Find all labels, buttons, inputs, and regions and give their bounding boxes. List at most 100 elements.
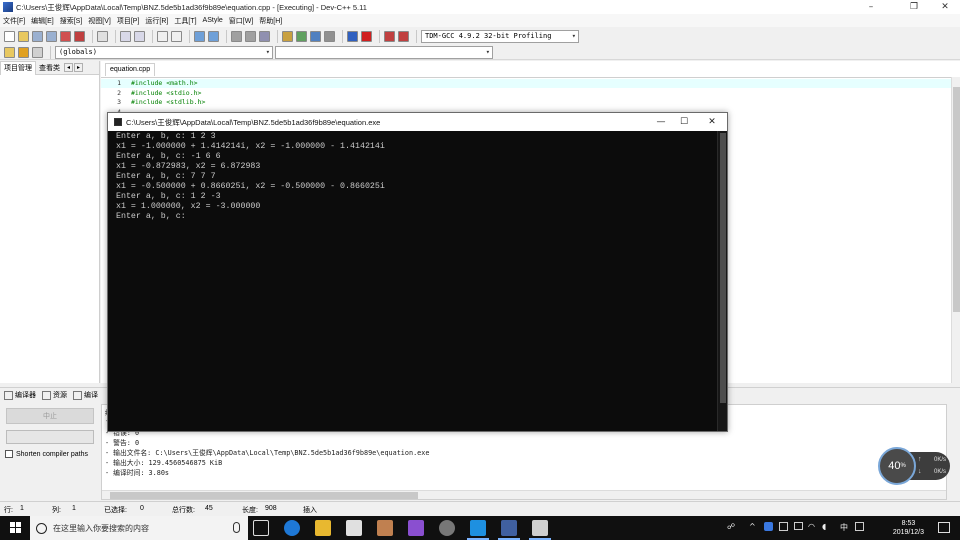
- message-icon[interactable]: [794, 522, 803, 530]
- menu-edit[interactable]: 编辑[E]: [31, 16, 54, 26]
- console-vertical-scrollbar[interactable]: [717, 131, 727, 431]
- menu-search[interactable]: 搜索[S]: [60, 16, 83, 26]
- fullscreen-icon[interactable]: [208, 30, 219, 42]
- menu-run[interactable]: 运行[R]: [145, 16, 168, 26]
- toolbar-separator: [379, 29, 380, 43]
- scrollbar-thumb[interactable]: [953, 87, 960, 312]
- close-file-icon[interactable]: [60, 30, 71, 42]
- close-button[interactable]: ✕: [930, 0, 960, 14]
- menu-view[interactable]: 视图[V]: [88, 16, 111, 26]
- windows-start-icon[interactable]: [10, 522, 22, 534]
- menu-window[interactable]: 窗口[W]: [229, 16, 254, 26]
- run-icon[interactable]: [296, 30, 307, 42]
- taskbar-clock[interactable]: 8:53 2019/12/3: [893, 519, 924, 537]
- shorten-paths-option[interactable]: Shorten compiler paths: [5, 450, 88, 458]
- tab-compile-log[interactable]: 编译: [73, 390, 98, 400]
- log-line: - 警告: 0: [105, 439, 140, 447]
- editor-vertical-scrollbar[interactable]: [951, 77, 960, 383]
- console-maximize-button[interactable]: ☐: [669, 113, 699, 131]
- devcpp-taskbar-icon[interactable]: [498, 520, 520, 540]
- print-icon[interactable]: [97, 30, 108, 42]
- scrollbar-thumb[interactable]: [720, 133, 726, 403]
- stop-execution-icon[interactable]: [361, 30, 372, 42]
- taskbar-search-box[interactable]: 在这里输入你要搜索的内容: [30, 516, 248, 540]
- menu-project[interactable]: 项目[P]: [117, 16, 140, 26]
- save-icon[interactable]: [32, 30, 43, 42]
- edge-browser-icon[interactable]: [284, 520, 300, 536]
- shorten-paths-checkbox[interactable]: [5, 450, 13, 458]
- store-icon[interactable]: [346, 520, 362, 536]
- compile-run-icon[interactable]: [310, 30, 321, 42]
- open-file-icon[interactable]: [18, 30, 29, 42]
- tab-next-arrow-icon[interactable]: ▸: [74, 63, 83, 72]
- feishu-app-icon[interactable]: [467, 520, 489, 540]
- new-project-icon[interactable]: [4, 46, 15, 58]
- console-output[interactable]: Enter a, b, c: 1 2 3 x1 = -1.000000 + 1.…: [108, 131, 717, 431]
- goto-line-icon[interactable]: [194, 30, 205, 42]
- microphone-icon[interactable]: [233, 522, 240, 533]
- member-select[interactable]: ▾: [275, 45, 493, 59]
- abort-compilation-button[interactable]: 中止: [6, 408, 94, 424]
- tab-prev-arrow-icon[interactable]: ◂: [64, 63, 73, 72]
- tab-compiler[interactable]: 编译器: [4, 390, 36, 400]
- status-selected-value: 0: [140, 505, 144, 512]
- scrollbar-thumb[interactable]: [110, 492, 418, 499]
- people-icon[interactable]: ☍: [727, 522, 735, 531]
- status-col-label: 列:: [52, 507, 61, 514]
- editor-tab-equation[interactable]: equation.cpp: [105, 63, 156, 76]
- action-center-icon[interactable]: [938, 522, 950, 533]
- log-horizontal-scrollbar[interactable]: [102, 490, 946, 499]
- replace-icon[interactable]: [171, 30, 182, 42]
- indent-right-icon[interactable]: [245, 30, 256, 42]
- close-all-icon[interactable]: [74, 30, 85, 42]
- indent-left-icon[interactable]: [231, 30, 242, 42]
- scope-select[interactable]: (globals) ▾: [55, 45, 273, 59]
- tab-compile-log-label: 编译: [84, 392, 98, 399]
- menu-help[interactable]: 帮助[H]: [259, 16, 282, 26]
- console-window[interactable]: C:\Users\王俊辉\AppData\Local\Temp\BNZ.5de5…: [107, 112, 728, 432]
- syntax-check-icon[interactable]: [347, 30, 358, 42]
- new-file-icon[interactable]: [4, 30, 15, 42]
- maximize-button[interactable]: ❐: [899, 0, 929, 14]
- rebuild-all-icon[interactable]: [324, 30, 335, 42]
- tab-resources[interactable]: 资源: [42, 390, 67, 400]
- tab-class-browser[interactable]: 查看类: [36, 63, 63, 73]
- find-icon[interactable]: [157, 30, 168, 42]
- project-options-icon[interactable]: [32, 46, 43, 58]
- console-line: Enter a, b, c: -1 6 6: [116, 152, 221, 161]
- task-view-icon[interactable]: [253, 520, 269, 536]
- minimize-button[interactable]: –: [856, 0, 886, 14]
- undo-icon[interactable]: [120, 30, 131, 42]
- security-shield-icon[interactable]: [764, 522, 773, 531]
- console-taskbar-icon[interactable]: [529, 520, 551, 540]
- volume-icon[interactable]: ◖: [822, 522, 826, 531]
- console-close-button[interactable]: ✕: [697, 113, 727, 131]
- profile-icon[interactable]: [384, 30, 395, 42]
- wifi-icon[interactable]: ◠: [808, 522, 815, 531]
- upload-rate: 0K/s: [934, 457, 947, 463]
- delete-profile-icon[interactable]: [398, 30, 409, 42]
- console-line: x1 = 1.000000, x2 = -3.000000: [116, 202, 261, 211]
- console-titlebar[interactable]: C:\Users\王俊辉\AppData\Local\Temp\BNZ.5de5…: [108, 113, 727, 131]
- file-explorer-icon[interactable]: [315, 520, 331, 536]
- menu-astyle[interactable]: AStyle: [203, 17, 223, 24]
- tab-project-manager[interactable]: 项目管理: [0, 60, 36, 75]
- show-hidden-icons-chevron-icon[interactable]: ^: [749, 522, 756, 531]
- open-project-icon[interactable]: [18, 46, 29, 58]
- keyboard-grid-icon[interactable]: [855, 522, 864, 531]
- menu-tools[interactable]: 工具[T]: [174, 16, 196, 26]
- briefcase-app-icon[interactable]: [377, 520, 393, 536]
- save-all-icon[interactable]: [46, 30, 57, 42]
- console-line: Enter a, b, c: 7 7 7: [116, 172, 216, 181]
- compiler-select[interactable]: TDM-GCC 4.9.2 32-bit Profiling ▾: [421, 29, 579, 43]
- network-speed-widget[interactable]: 40% ↑ 0K/s ↓ 0K/s: [878, 447, 950, 487]
- input-method-indicator[interactable]: 中: [840, 522, 848, 533]
- redo-icon[interactable]: [134, 30, 145, 42]
- menu-file[interactable]: 文件[F]: [3, 16, 25, 26]
- project-panel: 项目管理 查看类 ◂ ▸: [0, 60, 100, 383]
- media-app-icon[interactable]: [439, 520, 455, 536]
- toggle-bookmark-icon[interactable]: [259, 30, 270, 42]
- compile-icon[interactable]: [282, 30, 293, 42]
- visual-studio-icon[interactable]: [408, 520, 424, 536]
- battery-icon[interactable]: [779, 522, 788, 531]
